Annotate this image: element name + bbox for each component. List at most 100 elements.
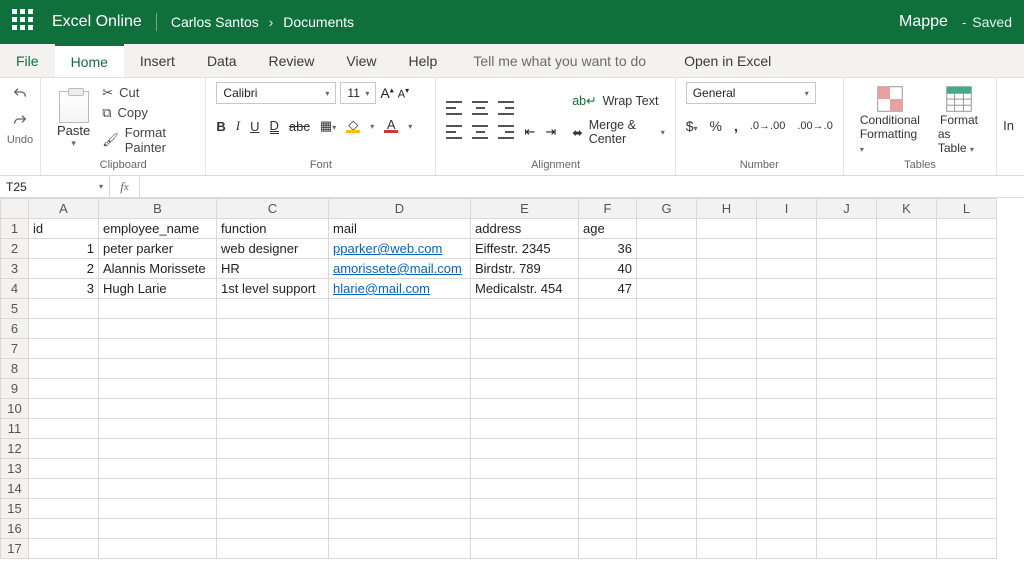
- cell-A17[interactable]: [29, 539, 99, 559]
- cell-L6[interactable]: [937, 319, 997, 339]
- cell-K11[interactable]: [877, 419, 937, 439]
- cell-A13[interactable]: [29, 459, 99, 479]
- cell-F8[interactable]: [579, 359, 637, 379]
- cell-I6[interactable]: [757, 319, 817, 339]
- cell-B11[interactable]: [99, 419, 217, 439]
- cell-I13[interactable]: [757, 459, 817, 479]
- cell-K8[interactable]: [877, 359, 937, 379]
- cell-B14[interactable]: [99, 479, 217, 499]
- cell-J5[interactable]: [817, 299, 877, 319]
- tell-me-search[interactable]: Tell me what you want to do: [453, 44, 666, 77]
- cell-J2[interactable]: [817, 239, 877, 259]
- cell-I7[interactable]: [757, 339, 817, 359]
- cell-D15[interactable]: [329, 499, 471, 519]
- cell-A4[interactable]: 3: [29, 279, 99, 299]
- cell-L11[interactable]: [937, 419, 997, 439]
- cell-H7[interactable]: [697, 339, 757, 359]
- cell-C16[interactable]: [217, 519, 329, 539]
- row-header-3[interactable]: 3: [1, 259, 29, 279]
- cell-E7[interactable]: [471, 339, 579, 359]
- cell-G15[interactable]: [637, 499, 697, 519]
- cell-H11[interactable]: [697, 419, 757, 439]
- cell-I15[interactable]: [757, 499, 817, 519]
- cut-button[interactable]: ✂ Cut: [102, 85, 195, 101]
- cell-L15[interactable]: [937, 499, 997, 519]
- cell-K1[interactable]: [877, 219, 937, 239]
- cell-H15[interactable]: [697, 499, 757, 519]
- cell-I8[interactable]: [757, 359, 817, 379]
- strikethrough-button[interactable]: abc: [289, 119, 310, 134]
- cell-K12[interactable]: [877, 439, 937, 459]
- cell-C15[interactable]: [217, 499, 329, 519]
- paste-button[interactable]: Paste ▾: [51, 91, 96, 149]
- cell-G11[interactable]: [637, 419, 697, 439]
- column-header-L[interactable]: L: [937, 199, 997, 219]
- column-header-I[interactable]: I: [757, 199, 817, 219]
- column-header-G[interactable]: G: [637, 199, 697, 219]
- cell-F4[interactable]: 47: [579, 279, 637, 299]
- row-header-2[interactable]: 2: [1, 239, 29, 259]
- cell-D2[interactable]: pparker@web.com: [329, 239, 471, 259]
- cell-D4[interactable]: hlarie@mail.com: [329, 279, 471, 299]
- cell-I1[interactable]: [757, 219, 817, 239]
- cell-L3[interactable]: [937, 259, 997, 279]
- tab-insert[interactable]: Insert: [124, 44, 191, 77]
- conditional-formatting-button[interactable]: Conditional Formatting ▾: [854, 85, 926, 155]
- cell-I17[interactable]: [757, 539, 817, 559]
- cell-E13[interactable]: [471, 459, 579, 479]
- column-header-K[interactable]: K: [877, 199, 937, 219]
- comma-format-button[interactable]: ,: [734, 118, 738, 134]
- cell-G3[interactable]: [637, 259, 697, 279]
- underline-button[interactable]: U: [250, 119, 259, 134]
- cell-E8[interactable]: [471, 359, 579, 379]
- cell-G7[interactable]: [637, 339, 697, 359]
- cell-C6[interactable]: [217, 319, 329, 339]
- row-header-8[interactable]: 8: [1, 359, 29, 379]
- cell-K16[interactable]: [877, 519, 937, 539]
- align-bottom-button[interactable]: [498, 101, 514, 115]
- name-box[interactable]: T25 ▾: [0, 176, 110, 197]
- cell-L7[interactable]: [937, 339, 997, 359]
- cell-G16[interactable]: [637, 519, 697, 539]
- cell-H12[interactable]: [697, 439, 757, 459]
- cell-G2[interactable]: [637, 239, 697, 259]
- cell-G10[interactable]: [637, 399, 697, 419]
- cell-I2[interactable]: [757, 239, 817, 259]
- cell-B13[interactable]: [99, 459, 217, 479]
- column-header-C[interactable]: C: [217, 199, 329, 219]
- copy-button[interactable]: ⧉ Copy: [102, 105, 195, 121]
- cell-E5[interactable]: [471, 299, 579, 319]
- cell-I16[interactable]: [757, 519, 817, 539]
- cell-H5[interactable]: [697, 299, 757, 319]
- cell-H17[interactable]: [697, 539, 757, 559]
- cell-B8[interactable]: [99, 359, 217, 379]
- cell-G9[interactable]: [637, 379, 697, 399]
- cell-H4[interactable]: [697, 279, 757, 299]
- row-header-17[interactable]: 17: [1, 539, 29, 559]
- cell-J8[interactable]: [817, 359, 877, 379]
- cell-B6[interactable]: [99, 319, 217, 339]
- cell-E1[interactable]: address: [471, 219, 579, 239]
- cell-C8[interactable]: [217, 359, 329, 379]
- cell-F16[interactable]: [579, 519, 637, 539]
- cell-F1[interactable]: age: [579, 219, 637, 239]
- formula-input[interactable]: [140, 176, 1024, 197]
- cell-B1[interactable]: employee_name: [99, 219, 217, 239]
- row-header-11[interactable]: 11: [1, 419, 29, 439]
- cell-G6[interactable]: [637, 319, 697, 339]
- cell-H9[interactable]: [697, 379, 757, 399]
- cell-I10[interactable]: [757, 399, 817, 419]
- cell-L13[interactable]: [937, 459, 997, 479]
- cell-C9[interactable]: [217, 379, 329, 399]
- row-header-16[interactable]: 16: [1, 519, 29, 539]
- cell-F3[interactable]: 40: [579, 259, 637, 279]
- cell-G5[interactable]: [637, 299, 697, 319]
- cell-E3[interactable]: Birdstr. 789: [471, 259, 579, 279]
- borders-button[interactable]: ▦▾: [320, 118, 336, 134]
- cell-B17[interactable]: [99, 539, 217, 559]
- cell-G13[interactable]: [637, 459, 697, 479]
- cell-H8[interactable]: [697, 359, 757, 379]
- cell-L1[interactable]: [937, 219, 997, 239]
- open-in-excel[interactable]: Open in Excel: [666, 44, 789, 77]
- cell-J1[interactable]: [817, 219, 877, 239]
